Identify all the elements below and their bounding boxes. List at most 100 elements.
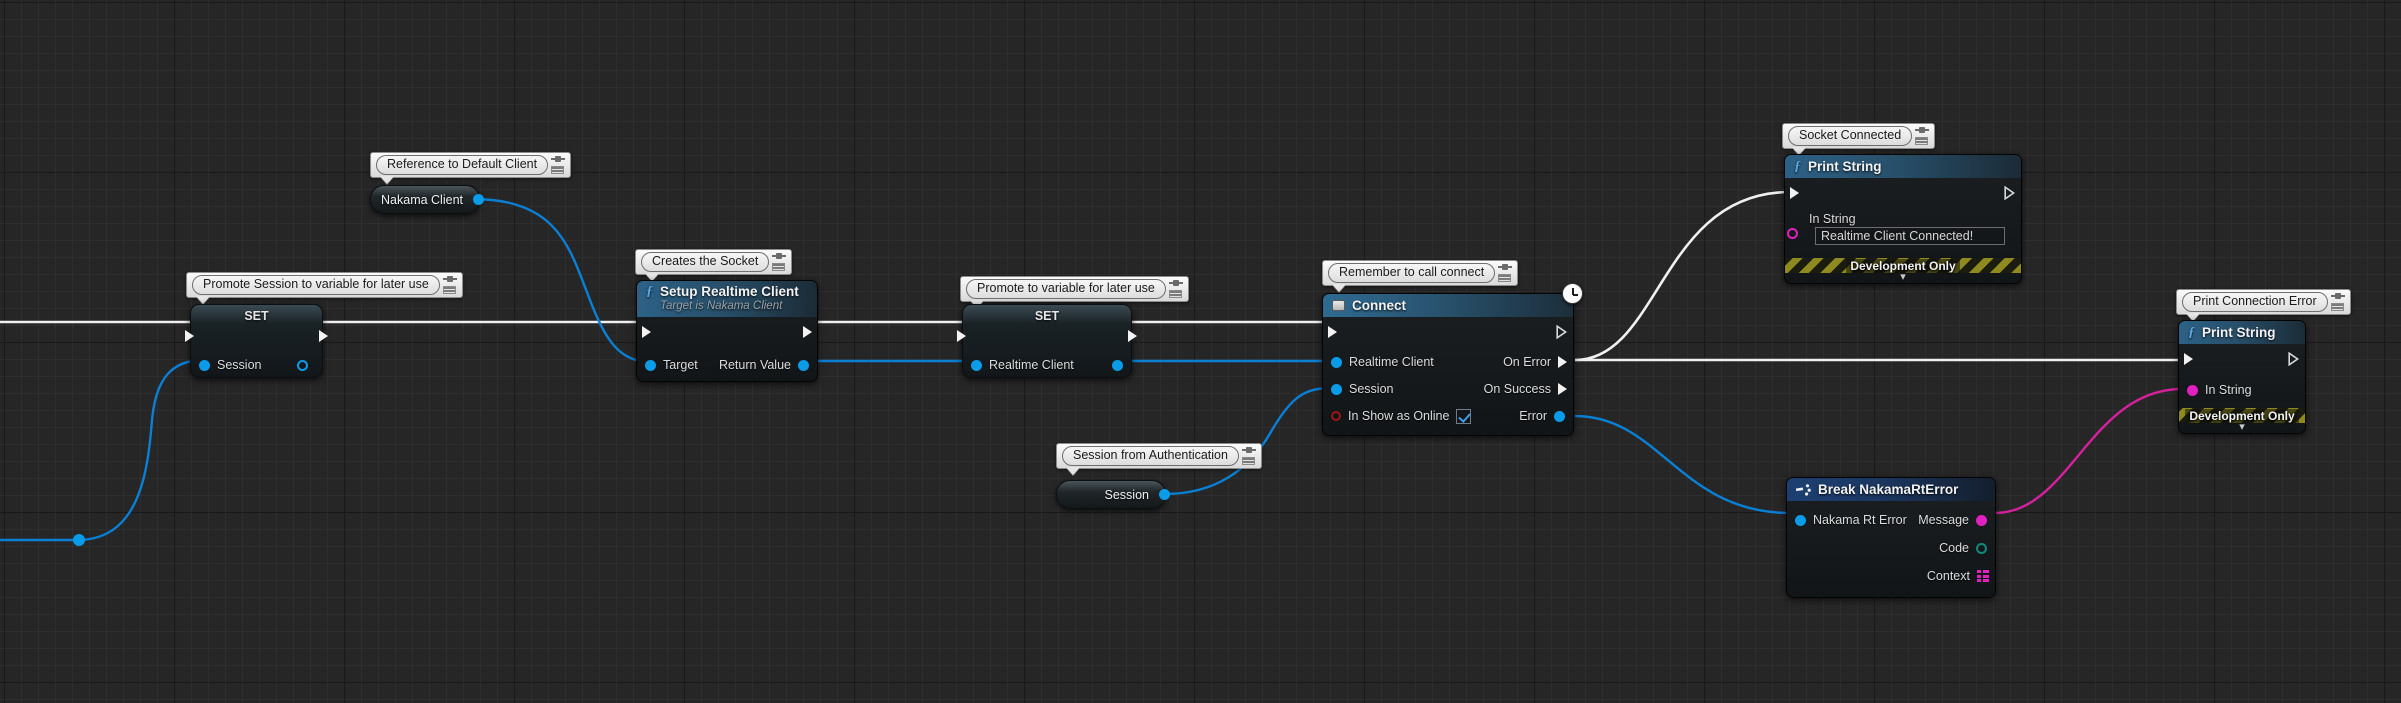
comment-bubble-socket-connected[interactable]: Socket Connected [1782,123,1936,155]
exec-out-pin[interactable] [803,326,812,338]
node-get-nakama-client[interactable]: Nakama Client [370,185,484,214]
node-title: Break NakamaRtError [1818,482,1959,497]
bubble-controls[interactable] [1915,126,1931,146]
pin-label: Error [1519,409,1547,423]
comment-bubble-default-client[interactable]: Reference to Default Client [370,152,572,184]
session-out-pin[interactable] [297,359,308,371]
exec-out-pin[interactable] [2004,186,2015,200]
on-success-out-pin[interactable]: On Success [1484,382,1567,396]
bubble-controls[interactable] [1241,446,1258,466]
list-icon[interactable] [1168,290,1182,298]
chevron-down-icon[interactable]: ▾ [2179,422,2305,433]
object-pin-icon [798,359,809,371]
session-in-pin[interactable]: Session [199,358,261,372]
bubble-controls[interactable] [1168,279,1185,299]
in-string-in-pin[interactable]: In String [2187,383,2252,397]
bubble-controls[interactable] [1498,263,1514,283]
node-header: ƒ Print String [2179,321,2305,344]
pin-icon[interactable] [1168,280,1183,287]
show-as-online-in-pin[interactable]: In Show as Online [1331,408,1472,424]
exec-out-pin[interactable] [1556,325,1567,339]
list-icon[interactable] [1241,457,1255,465]
exec-in-pin[interactable] [1790,187,1799,199]
bubble-controls[interactable] [442,275,459,295]
comment-text: Print Connection Error [2182,292,2328,312]
pin-icon[interactable] [1241,447,1256,454]
pin-icon[interactable] [442,276,457,283]
in-string-pin[interactable] [1787,228,1798,239]
list-icon[interactable] [1915,137,1929,145]
pin-icon[interactable] [2330,293,2345,300]
bubble-controls[interactable] [551,155,567,175]
exec-triangle-icon [1558,356,1567,368]
node-print-string-error[interactable]: ƒ Print String In String Development Onl [2178,320,2306,434]
blueprint-graph-canvas[interactable]: Promote Session to variable for later us… [0,0,2401,703]
comment-bubble-promote-session[interactable]: Promote Session to variable for later us… [186,272,463,304]
exec-out-pin[interactable] [319,330,328,342]
exec-row [1785,182,2021,204]
error-out-pin[interactable]: Error [1519,409,1565,423]
message-out-pin[interactable]: Message [1918,513,1987,527]
list-icon[interactable] [442,286,456,294]
node-header: Break NakamaRtError [1787,478,1995,501]
bubble-controls[interactable] [2330,292,2347,312]
node-set-session[interactable]: SET Session [185,304,328,378]
comment-text: Socket Connected [1788,126,1913,146]
in-string-value-field[interactable]: Realtime Client Connected! [1815,227,2005,245]
comment-bubble-session-auth[interactable]: Session from Authentication [1056,443,1262,475]
pin-icon[interactable] [772,253,787,260]
pin-icon[interactable] [1498,264,1513,271]
comment-bubble-creates-socket[interactable]: Creates the Socket [635,249,793,281]
node-setup-realtime-client[interactable]: ƒ Setup Realtime Client Target is Nakama… [636,280,818,382]
object-pin-icon[interactable] [473,194,484,205]
exec-in-pin[interactable] [957,330,966,342]
list-icon[interactable] [551,166,565,174]
exec-out-pin[interactable] [1128,330,1137,342]
context-out-pin[interactable]: Context [1927,569,1989,583]
exec-triangle-icon [1558,383,1567,395]
pin-label: Message [1918,513,1969,527]
pin-icon[interactable] [1915,127,1930,134]
exec-row [957,325,1137,347]
exec-out-pin[interactable] [2288,352,2299,366]
variable-label: Session [1104,487,1149,502]
pin-row-show-as-online: In Show as Online Error [1323,407,1573,425]
bubble-tail [1332,284,1346,292]
chevron-down-icon[interactable]: ▾ [1785,272,2021,283]
nakama-rt-error-in-pin[interactable]: Nakama Rt Error [1795,513,1907,527]
realtime-client-in-pin[interactable]: Realtime Client [1331,355,1434,369]
session-in-pin[interactable]: Session [1331,382,1393,396]
object-pin-icon [297,359,308,371]
realtime-client-in-pin[interactable]: Realtime Client [971,358,1074,372]
show-as-online-checkbox[interactable] [1456,408,1472,424]
exec-in-pin[interactable] [185,330,194,342]
target-in-pin[interactable]: Target [645,358,698,372]
exec-row [2179,348,2305,370]
object-pin-icon[interactable] [1159,489,1170,500]
code-out-pin[interactable]: Code [1939,541,1987,555]
node-connect[interactable]: Connect Realtime Client On Error Session… [1322,283,1583,436]
node-print-string-success[interactable]: ƒ Print String In String Realtime Client… [1784,154,2022,284]
realtime-client-out-pin[interactable] [1112,359,1123,371]
pin-icon[interactable] [551,156,566,163]
list-icon[interactable] [1498,274,1512,282]
list-icon[interactable] [772,263,786,271]
string-pin-icon [1976,514,1987,526]
exec-in-pin[interactable] [1328,326,1337,338]
comment-bubble-promote-variable[interactable]: Promote to variable for later use [960,276,1189,308]
list-icon[interactable] [2330,303,2344,311]
node-set-realtime-client[interactable]: SET Realtime Client [957,304,1137,378]
on-error-out-pin[interactable]: On Error [1503,355,1567,369]
comment-bubble-remember-connect[interactable]: Remember to call connect [1322,260,1519,292]
node-break-nakama-rt-error[interactable]: Break NakamaRtError Nakama Rt Error Mess… [1786,477,1996,598]
node-get-session[interactable]: Session [1056,480,1170,509]
comment-bubble-print-conn-error[interactable]: Print Connection Error [2176,289,2351,321]
pin-row-in-string: In String [2179,381,2305,399]
return-value-out-pin[interactable]: Return Value [719,358,809,372]
pin-label: Code [1939,541,1969,555]
exec-in-pin[interactable] [642,326,651,338]
bubble-controls[interactable] [772,252,788,272]
pin-row-context: Context [1787,567,1995,585]
exec-in-pin[interactable] [2184,353,2193,365]
node-title: SET [1034,309,1060,323]
